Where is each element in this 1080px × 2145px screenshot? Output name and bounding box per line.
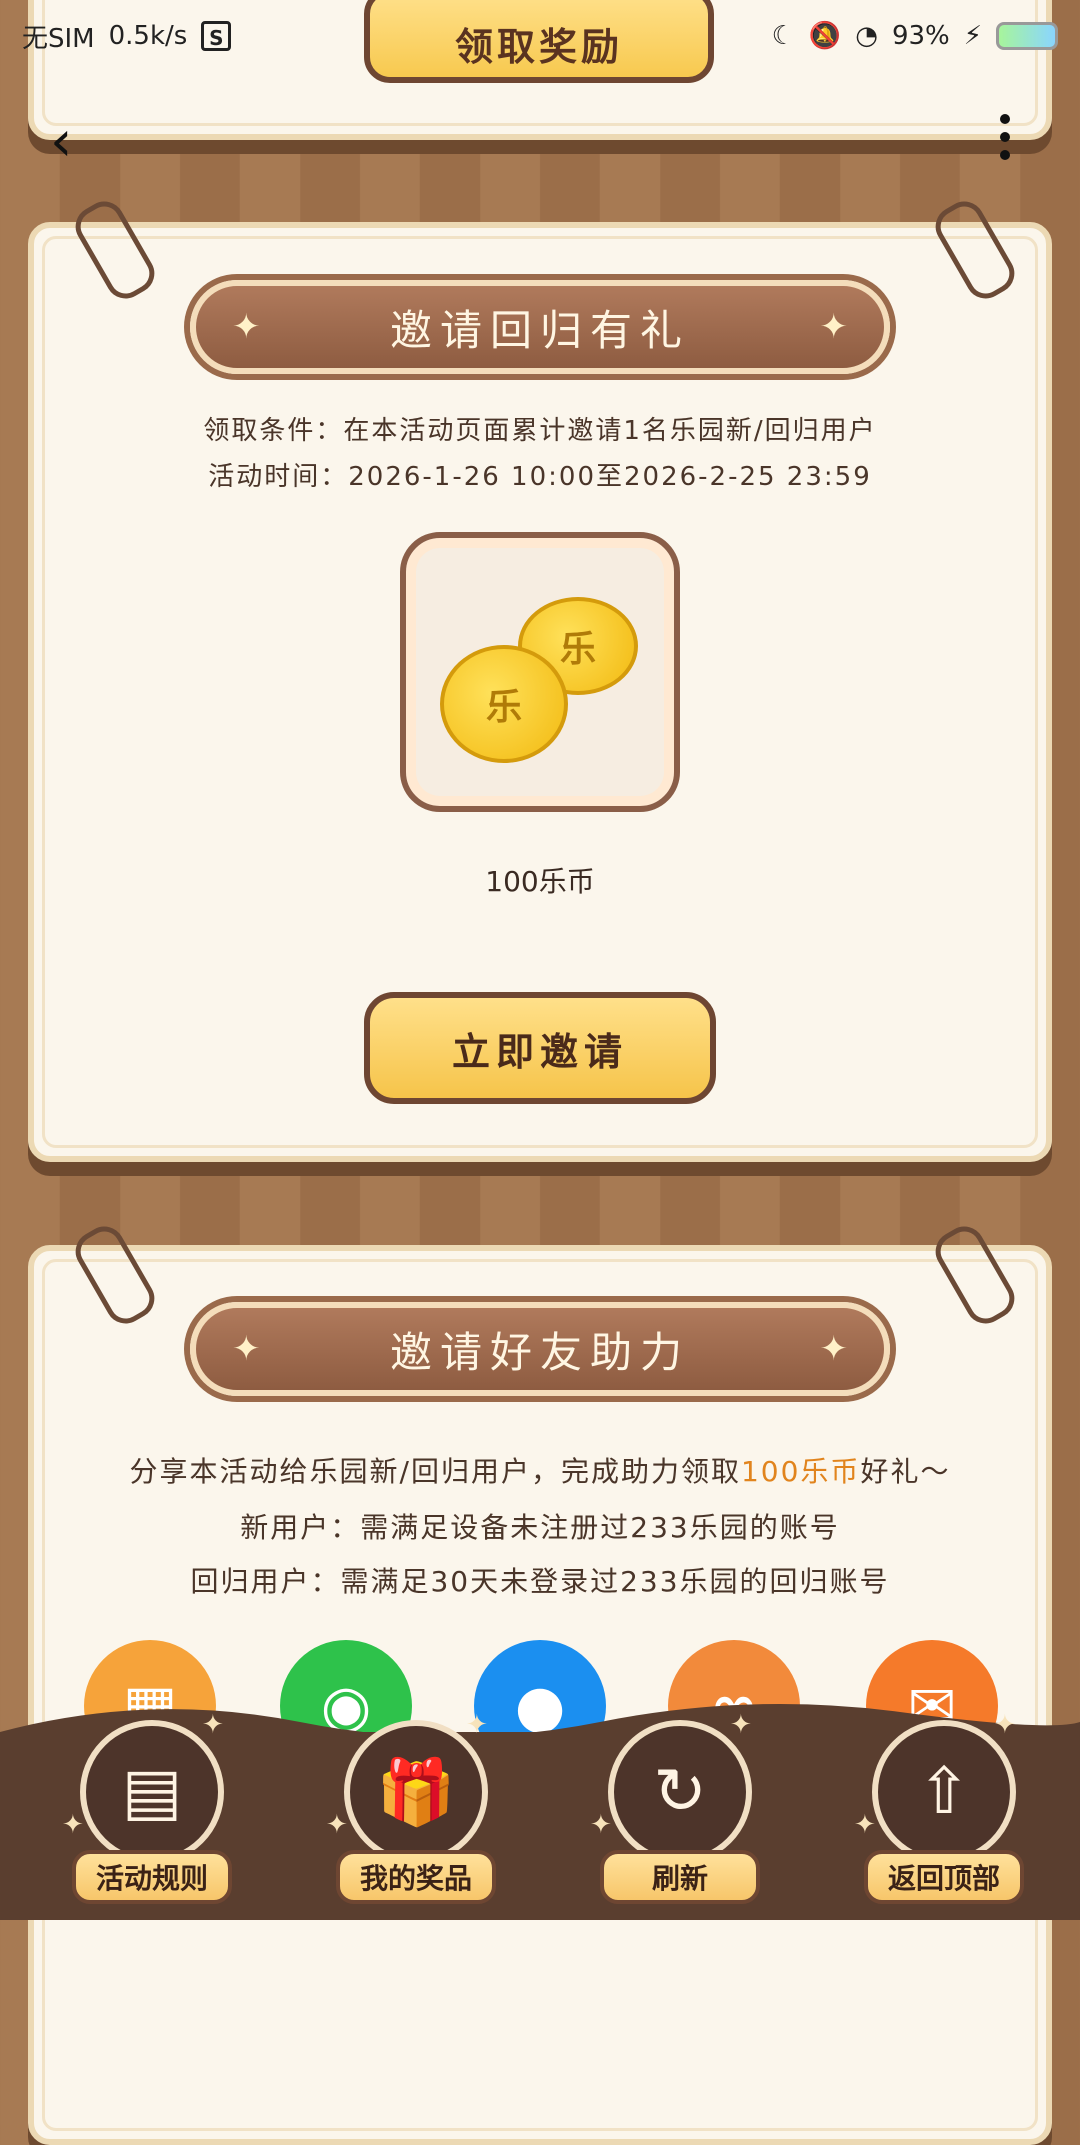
battery-percent: 93% (891, 21, 950, 51)
status-right: ☾ 🔕 ◔ 93% ⚡ (772, 21, 1058, 51)
sparkle-icon: ✦ (819, 1329, 848, 1369)
charging-icon: ⚡ (963, 21, 982, 51)
sparkle-icon: ✦ (232, 307, 261, 347)
refresh-button[interactable]: ↻ ✦ ✦ 刷新 (590, 1710, 760, 1920)
new-user-requirement: 新用户：需满足设备未注册过233乐园的账号 (240, 1511, 840, 1544)
share-desc-suffix: 好礼～ (860, 1455, 951, 1488)
bell-off-icon: 🔕 (808, 21, 842, 51)
refresh-icon: ↻ (608, 1720, 752, 1864)
sparkle-icon: ✦ (326, 1810, 348, 1840)
back-to-top-label: 返回顶部 (864, 1850, 1024, 1904)
sparkle-icon: ✦ (232, 1329, 261, 1369)
reward-image-frame: 乐 乐 (400, 532, 680, 812)
gift-icon: 🎁 (344, 1720, 488, 1864)
sparkle-icon: ✦ (819, 307, 848, 347)
sparkle-icon: ✦ (854, 1810, 876, 1840)
activity-rules-label: 活动规则 (72, 1850, 232, 1904)
sparkle-icon: ✦ (730, 1710, 752, 1740)
more-icon[interactable] (1000, 114, 1016, 168)
sparkle-icon: ✦ (994, 1710, 1016, 1740)
share-desc-highlight: 100乐币 (740, 1455, 861, 1488)
activity-time: 活动时间：2026-1-26 10:00至2026-2-25 23:59 (208, 462, 872, 492)
status-bar: 无SIM 0.5k/s S ☾ 🔕 ◔ 93% ⚡ (0, 0, 1080, 72)
carrier-text: 无SIM (22, 23, 95, 54)
coins-icon: 乐 乐 (440, 587, 640, 763)
status-left: 无SIM 0.5k/s S (22, 18, 232, 55)
my-prizes-button[interactable]: 🎁 ✦ ✦ 我的奖品 (326, 1710, 496, 1920)
reward-label: 100乐币 (485, 865, 595, 898)
network-speed: 0.5k/s (108, 21, 188, 51)
invite-now-button[interactable]: 立即邀请 (364, 992, 716, 1104)
wifi-icon: ◔ (855, 21, 878, 51)
activity-rules-button[interactable]: ▤ ✦ ✦ 活动规则 (62, 1710, 232, 1920)
return-user-requirement: 回归用户：需满足30天未登录过233乐园的回归账号 (190, 1565, 890, 1598)
s-icon: S (201, 21, 232, 51)
refresh-label: 刷新 (600, 1850, 760, 1904)
invite-return-title: 邀请回归有礼 (389, 305, 690, 355)
moon-icon: ☾ (771, 21, 795, 51)
document-icon: ▤ (80, 1720, 224, 1864)
back-to-top-button[interactable]: ⇧ ✦ ✦ 返回顶部 (854, 1710, 1024, 1920)
invite-return-banner: ✦ 邀请回归有礼 ✦ (190, 280, 890, 374)
invite-friends-banner: ✦ 邀请好友助力 ✦ (190, 1302, 890, 1396)
coin: 乐 (440, 645, 568, 763)
back-to-top-icon: ⇧ (872, 1720, 1016, 1864)
share-description: 分享本活动给乐园新/回归用户，完成助力领取100乐币好礼～ (0, 1450, 1080, 1490)
share-desc-prefix: 分享本活动给乐园新/回归用户，完成助力领取 (129, 1455, 741, 1488)
invite-friends-title: 邀请好友助力 (389, 1327, 690, 1377)
sparkle-icon: ✦ (590, 1810, 612, 1840)
sparkle-icon: ✦ (466, 1710, 488, 1740)
sparkle-icon: ✦ (62, 1810, 84, 1840)
back-icon[interactable]: ‹ (50, 114, 72, 170)
my-prizes-label: 我的奖品 (336, 1850, 496, 1904)
battery-icon (996, 22, 1058, 50)
sparkle-icon: ✦ (202, 1710, 224, 1740)
claim-condition: 领取条件：在本活动页面累计邀请1名乐园新/回归用户 (203, 416, 877, 446)
